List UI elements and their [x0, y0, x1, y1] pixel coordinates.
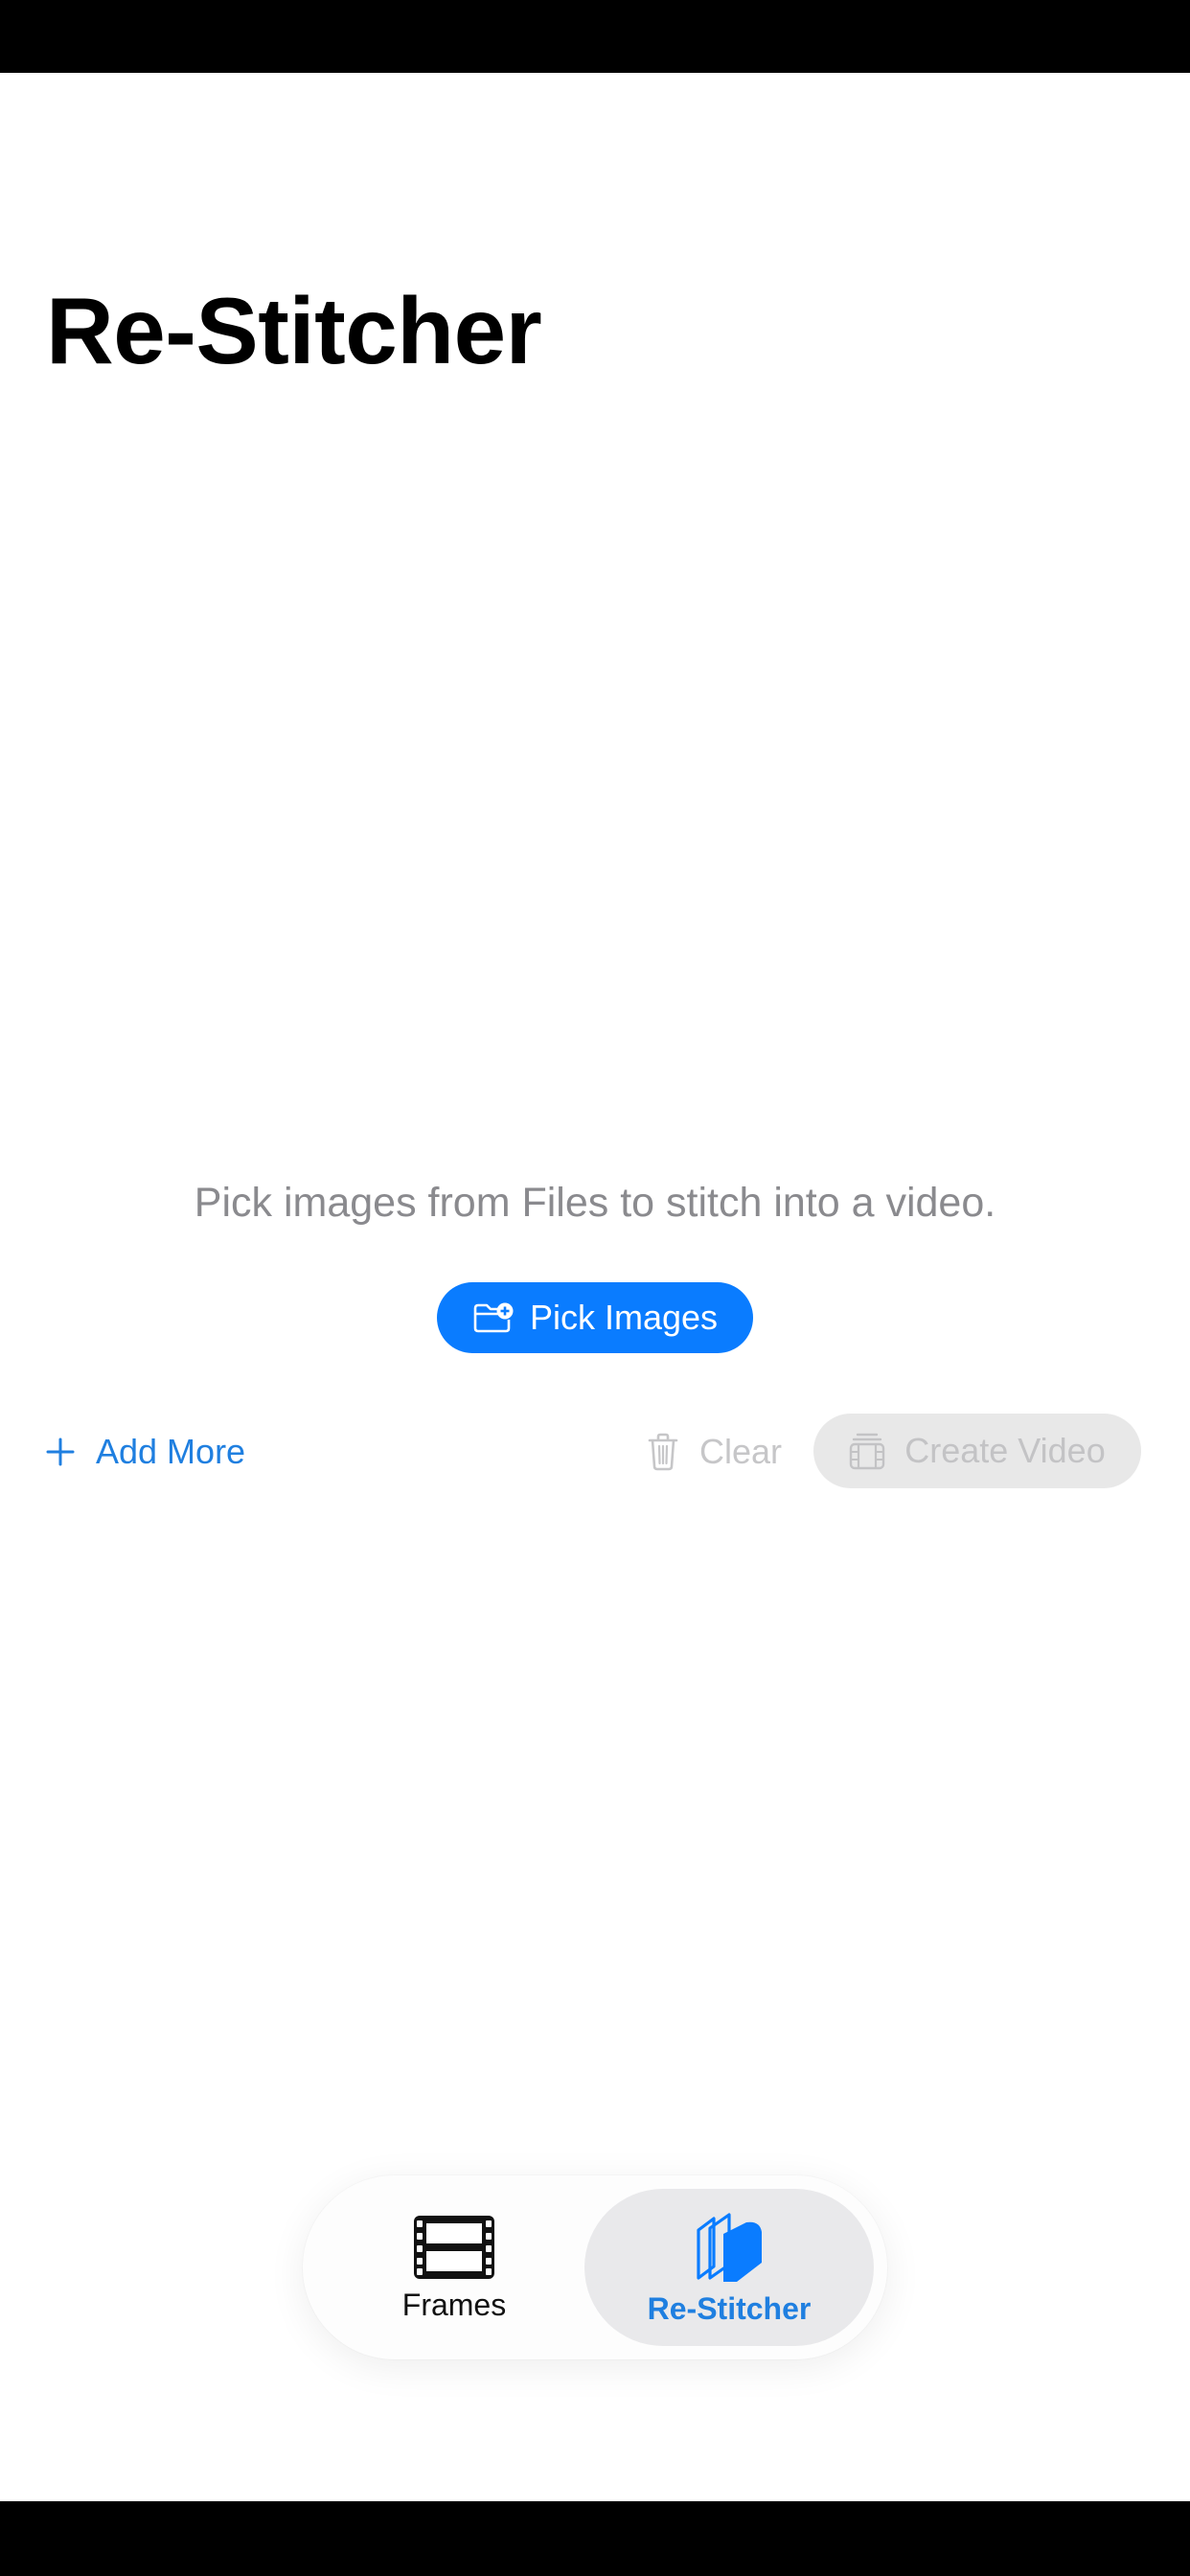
main-content: Re-Stitcher Pick images from Files to st… — [0, 73, 1190, 2501]
tab-bar: Frames Re-Stitcher — [303, 2175, 887, 2359]
pick-images-button[interactable]: Pick Images — [437, 1282, 753, 1353]
tab-re-stitcher[interactable]: Re-Stitcher — [584, 2189, 874, 2346]
add-more-label: Add More — [96, 1432, 246, 1471]
tab-frames[interactable]: Frames — [322, 2189, 586, 2346]
folder-add-icon — [473, 1302, 514, 1333]
plus-icon — [46, 1438, 75, 1466]
clear-button[interactable]: Clear — [648, 1414, 782, 1490]
trash-icon — [648, 1433, 678, 1471]
film-stack-icon — [850, 1433, 885, 1470]
add-more-button[interactable]: Add More — [46, 1414, 245, 1490]
action-toolbar: Add More Clear Create Video — [0, 1414, 1190, 1490]
pick-images-label: Pick Images — [529, 1298, 719, 1337]
tab-frames-label: Frames — [401, 2288, 507, 2322]
empty-state-message: Pick images from Files to stitch into a … — [194, 1180, 996, 1226]
home-indicator-bar — [0, 2501, 1190, 2576]
create-video-label: Create Video — [904, 1431, 1106, 1470]
clear-label: Clear — [699, 1432, 783, 1471]
app-screen: Re-Stitcher Pick images from Files to st… — [0, 0, 1190, 2576]
stack-icon — [697, 2213, 762, 2282]
tab-re-stitcher-label: Re-Stitcher — [647, 2291, 812, 2326]
status-bar — [0, 0, 1190, 73]
page-title: Re-Stitcher — [46, 278, 542, 383]
film-icon — [414, 2216, 494, 2279]
create-video-button[interactable]: Create Video — [813, 1414, 1141, 1488]
